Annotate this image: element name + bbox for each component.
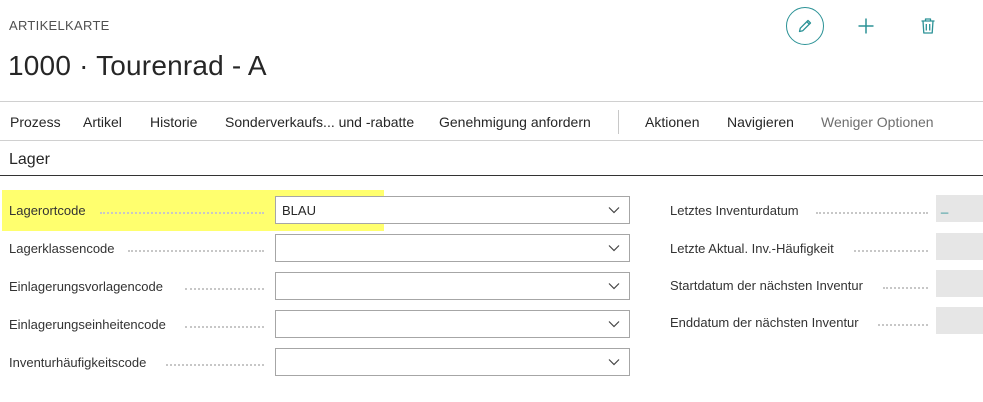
select-value: BLAU	[282, 203, 316, 218]
action-bar: Prozess Artikel Historie Sonderverkaufs.…	[0, 101, 983, 141]
pencil-icon	[798, 19, 812, 33]
leader-dots	[185, 288, 264, 290]
new-button[interactable]	[852, 12, 880, 40]
chevron-down-icon	[608, 245, 620, 252]
page-caption: ARTIKELKARTE	[9, 18, 110, 33]
leader-dots	[854, 250, 928, 252]
leader-dots	[166, 364, 264, 366]
edit-button[interactable]	[786, 7, 824, 45]
inventurhaeufigkeitscode-select[interactable]	[275, 348, 630, 376]
action-weniger-optionen[interactable]: Weniger Optionen	[821, 114, 934, 130]
action-prozess[interactable]: Prozess	[10, 114, 61, 130]
trash-icon	[921, 18, 935, 34]
leader-dots	[100, 212, 264, 214]
field-label: Lagerklassencode	[9, 241, 115, 256]
leader-dots	[185, 326, 264, 328]
field-value: _	[941, 199, 949, 214]
chevron-down-icon	[608, 207, 620, 214]
letztes-inventurdatum-value[interactable]: _	[936, 195, 983, 222]
enddatum-naechste-inventur-value[interactable]	[936, 307, 983, 334]
action-sonderverkaufspreise[interactable]: Sonderverkaufs... und -rabatte	[225, 114, 414, 130]
section-divider	[0, 175, 983, 176]
letzte-aktual-inv-haeufigkeit-value[interactable]	[936, 233, 983, 260]
plus-icon	[858, 18, 874, 34]
field-label: Einlagerungseinheitencode	[9, 317, 166, 332]
action-historie[interactable]: Historie	[150, 114, 197, 130]
action-genehmigung-anfordern[interactable]: Genehmigung anfordern	[439, 114, 591, 130]
chevron-down-icon	[608, 321, 620, 328]
lagerortcode-select[interactable]: BLAU	[275, 196, 630, 224]
delete-button[interactable]	[914, 12, 942, 40]
field-label: Letzte Aktual. Inv.-Häufigkeit	[670, 241, 834, 256]
field-label: Inventurhäufigkeitscode	[9, 355, 147, 370]
startdatum-naechste-inventur-value[interactable]	[936, 270, 983, 297]
leader-dots	[816, 212, 928, 214]
field-label: Letztes Inventurdatum	[670, 203, 799, 218]
field-label: Startdatum der nächsten Inventur	[670, 278, 863, 293]
field-label: Einlagerungsvorlagencode	[9, 279, 163, 294]
einlagerungseinheitencode-select[interactable]	[275, 310, 630, 338]
action-artikel[interactable]: Artikel	[83, 114, 122, 130]
page-title: 1000 · Tourenrad - A	[8, 50, 267, 81]
action-separator	[618, 110, 619, 134]
action-navigieren[interactable]: Navigieren	[727, 114, 794, 130]
einlagerungsvorlagencode-select[interactable]	[275, 272, 630, 300]
chevron-down-icon	[608, 283, 620, 290]
section-title: Lager	[9, 151, 50, 168]
leader-dots	[878, 324, 928, 326]
action-aktionen[interactable]: Aktionen	[645, 114, 699, 130]
field-label: Enddatum der nächsten Inventur	[670, 315, 859, 330]
leader-dots	[128, 250, 264, 252]
lagerklassencode-select[interactable]	[275, 234, 630, 262]
chevron-down-icon	[608, 359, 620, 366]
leader-dots	[883, 287, 928, 289]
field-label: Lagerortcode	[9, 203, 86, 218]
